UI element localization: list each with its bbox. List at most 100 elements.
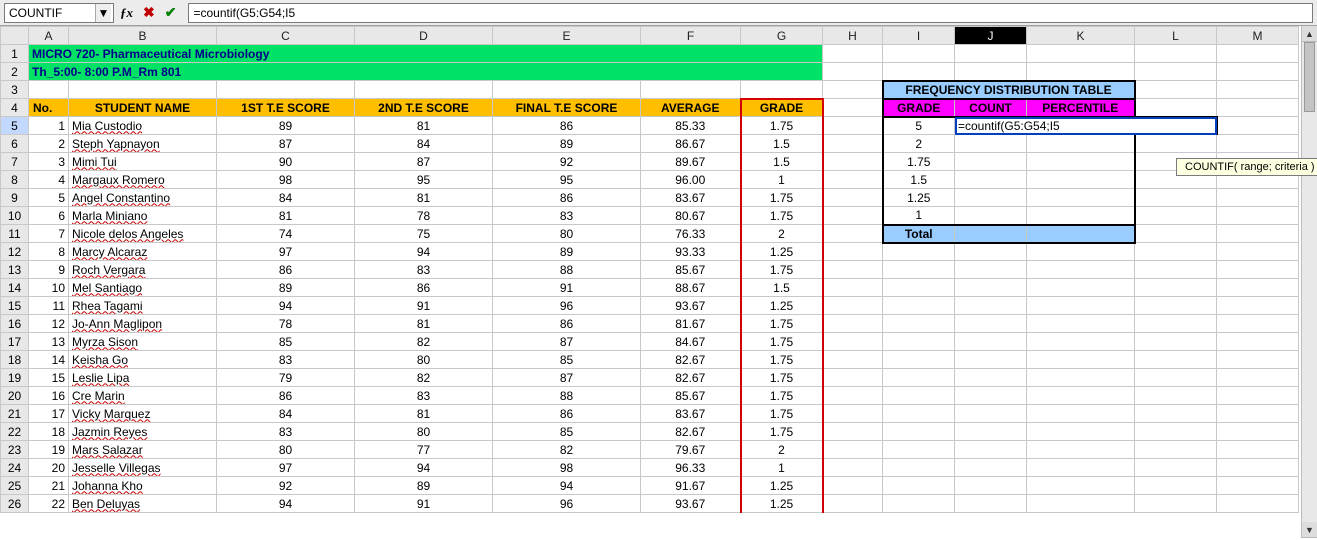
cell-K4[interactable]: PERCENTILE xyxy=(1027,99,1135,117)
cell-M13[interactable] xyxy=(1217,261,1299,279)
cell-G21[interactable]: 1.75 xyxy=(741,405,823,423)
cell-I18[interactable] xyxy=(883,351,955,369)
cell-D16[interactable]: 81 xyxy=(355,315,493,333)
cell-H18[interactable] xyxy=(823,351,883,369)
cell-E8[interactable]: 95 xyxy=(493,171,641,189)
cell-D12[interactable]: 94 xyxy=(355,243,493,261)
cell-H9[interactable] xyxy=(823,189,883,207)
cell-A6[interactable]: 2 xyxy=(29,135,69,153)
cell-L11[interactable] xyxy=(1135,225,1217,243)
cell-A17[interactable]: 13 xyxy=(29,333,69,351)
row-header-17[interactable]: 17 xyxy=(1,333,29,351)
cell-G6[interactable]: 1.5 xyxy=(741,135,823,153)
cell-J15[interactable] xyxy=(955,297,1027,315)
cell-J26[interactable] xyxy=(955,495,1027,513)
cell-A14[interactable]: 10 xyxy=(29,279,69,297)
corner-cell[interactable] xyxy=(1,27,29,45)
cell-L18[interactable] xyxy=(1135,351,1217,369)
cell-E22[interactable]: 85 xyxy=(493,423,641,441)
cell-B22[interactable]: Jazmin Reyes xyxy=(69,423,217,441)
cell-C5[interactable]: 89 xyxy=(217,117,355,135)
cell-D23[interactable]: 77 xyxy=(355,441,493,459)
cell-G24[interactable]: 1 xyxy=(741,459,823,477)
cell-F17[interactable]: 84.67 xyxy=(641,333,741,351)
cell-B13[interactable]: Roch Vergara xyxy=(69,261,217,279)
cell-G18[interactable]: 1.75 xyxy=(741,351,823,369)
cell-L17[interactable] xyxy=(1135,333,1217,351)
cell-F4[interactable]: AVERAGE xyxy=(641,99,741,117)
row-header-8[interactable]: 8 xyxy=(1,171,29,189)
cell-K19[interactable] xyxy=(1027,369,1135,387)
cell-G4[interactable]: GRADE xyxy=(741,99,823,117)
spreadsheet-grid[interactable]: ABCDEFGHIJKLM 1MICRO 720- Pharmaceutical… xyxy=(0,26,1299,513)
cell-M16[interactable] xyxy=(1217,315,1299,333)
cell-C15[interactable]: 94 xyxy=(217,297,355,315)
cell-K6[interactable] xyxy=(1027,135,1135,153)
cell-F7[interactable]: 89.67 xyxy=(641,153,741,171)
cell-I16[interactable] xyxy=(883,315,955,333)
cell-E6[interactable]: 89 xyxy=(493,135,641,153)
col-header-D[interactable]: D xyxy=(355,27,493,45)
cell-D7[interactable]: 87 xyxy=(355,153,493,171)
cell-H14[interactable] xyxy=(823,279,883,297)
cell-A4[interactable]: No. xyxy=(29,99,69,117)
cell-I12[interactable] xyxy=(883,243,955,261)
cell-J2[interactable] xyxy=(955,63,1027,81)
cell-L10[interactable] xyxy=(1135,207,1217,225)
cell-E3[interactable] xyxy=(493,81,641,99)
cell-H6[interactable] xyxy=(823,135,883,153)
cell-L24[interactable] xyxy=(1135,459,1217,477)
row-header-11[interactable]: 11 xyxy=(1,225,29,243)
cell-C6[interactable]: 87 xyxy=(217,135,355,153)
cell-J24[interactable] xyxy=(955,459,1027,477)
cell-M21[interactable] xyxy=(1217,405,1299,423)
cell-A8[interactable]: 4 xyxy=(29,171,69,189)
cell-G11[interactable]: 2 xyxy=(741,225,823,243)
cell-M11[interactable] xyxy=(1217,225,1299,243)
cell-G7[interactable]: 1.5 xyxy=(741,153,823,171)
cell-B5[interactable]: Mia Custodio xyxy=(69,117,217,135)
cell-G14[interactable]: 1.5 xyxy=(741,279,823,297)
cell-A19[interactable]: 15 xyxy=(29,369,69,387)
cell-G16[interactable]: 1.75 xyxy=(741,315,823,333)
cell-D3[interactable] xyxy=(355,81,493,99)
cell-J8[interactable] xyxy=(955,171,1027,189)
cell-G15[interactable]: 1.25 xyxy=(741,297,823,315)
cell-C26[interactable]: 94 xyxy=(217,495,355,513)
cell-E17[interactable]: 87 xyxy=(493,333,641,351)
row-header-5[interactable]: 5 xyxy=(1,117,29,135)
cell-F23[interactable]: 79.67 xyxy=(641,441,741,459)
cell-E13[interactable]: 88 xyxy=(493,261,641,279)
cell-B15[interactable]: Rhea Tagami xyxy=(69,297,217,315)
cell-I8[interactable]: 1.5 xyxy=(883,171,955,189)
cell-F20[interactable]: 85.67 xyxy=(641,387,741,405)
cell-K9[interactable] xyxy=(1027,189,1135,207)
cell-G25[interactable]: 1.25 xyxy=(741,477,823,495)
cell-A26[interactable]: 22 xyxy=(29,495,69,513)
row-header-25[interactable]: 25 xyxy=(1,477,29,495)
col-header-J[interactable]: J xyxy=(955,27,1027,45)
cell-B20[interactable]: Cre Marin xyxy=(69,387,217,405)
col-header-F[interactable]: F xyxy=(641,27,741,45)
cell-A3[interactable] xyxy=(29,81,69,99)
cell-M14[interactable] xyxy=(1217,279,1299,297)
cell-F21[interactable]: 83.67 xyxy=(641,405,741,423)
cell-E12[interactable]: 89 xyxy=(493,243,641,261)
cell-L19[interactable] xyxy=(1135,369,1217,387)
cell-D8[interactable]: 95 xyxy=(355,171,493,189)
cell-I6[interactable]: 2 xyxy=(883,135,955,153)
cell-K21[interactable] xyxy=(1027,405,1135,423)
cell-D9[interactable]: 81 xyxy=(355,189,493,207)
cell-I15[interactable] xyxy=(883,297,955,315)
row-header-3[interactable]: 3 xyxy=(1,81,29,99)
cell-I3[interactable]: FREQUENCY DISTRIBUTION TABLE xyxy=(883,81,1135,99)
cell-F10[interactable]: 80.67 xyxy=(641,207,741,225)
scroll-track[interactable] xyxy=(1302,42,1317,522)
scroll-up-icon[interactable]: ▲ xyxy=(1302,26,1317,42)
cell-E9[interactable]: 86 xyxy=(493,189,641,207)
cell-G5[interactable]: 1.75 xyxy=(741,117,823,135)
row-header-22[interactable]: 22 xyxy=(1,423,29,441)
col-header-H[interactable]: H xyxy=(823,27,883,45)
cell-C12[interactable]: 97 xyxy=(217,243,355,261)
cell-G26[interactable]: 1.25 xyxy=(741,495,823,513)
